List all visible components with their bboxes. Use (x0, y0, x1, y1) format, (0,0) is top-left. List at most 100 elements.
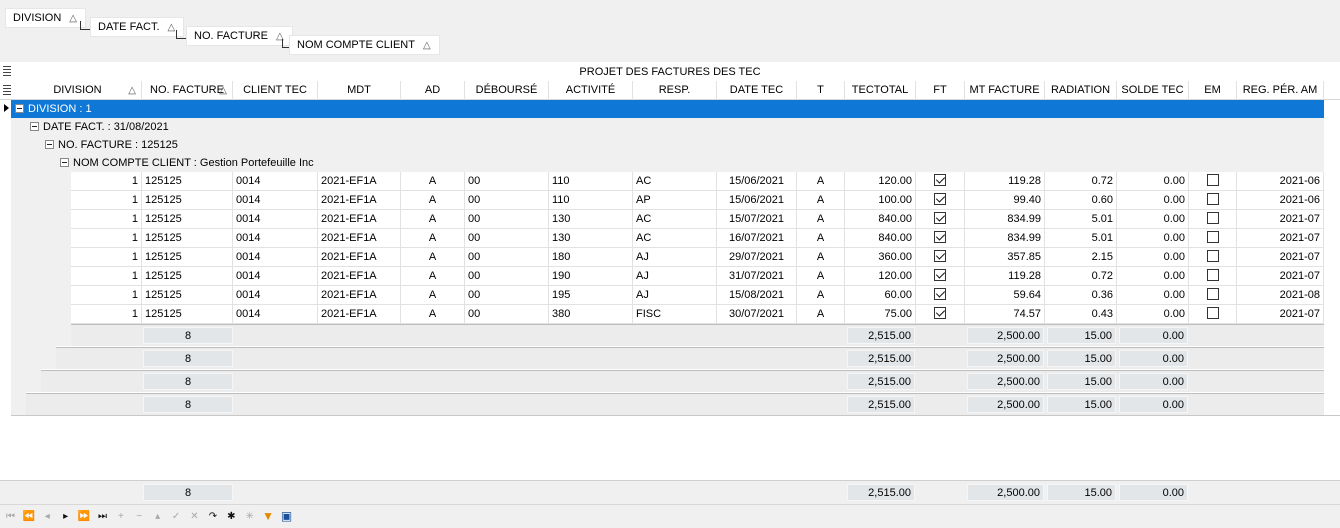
cell-debourse[interactable]: 00 (465, 267, 549, 286)
column-header-ad[interactable]: AD (401, 81, 465, 100)
cell-tectotal[interactable]: 100.00 (845, 191, 916, 210)
collapse-icon[interactable] (30, 121, 39, 131)
print-button[interactable]: ▣ (278, 508, 295, 525)
cell-client-tec[interactable]: 0014 (233, 286, 318, 305)
cell-mt-facture[interactable]: 834.99 (965, 210, 1045, 229)
first-record-button[interactable]: ⏮ (2, 508, 19, 525)
cell-reg-per-am[interactable]: 2021-07 (1237, 248, 1324, 267)
ft-checkbox[interactable] (934, 288, 946, 301)
cell-mt-facture[interactable]: 99.40 (965, 191, 1045, 210)
cell-solde-tec[interactable]: 0.00 (1117, 210, 1189, 229)
cell-activite[interactable]: 190 (549, 267, 633, 286)
cell-tectotal[interactable]: 120.00 (845, 267, 916, 286)
group-row-division[interactable]: DIVISION : 1 (11, 100, 1324, 118)
cell-activite[interactable]: 180 (549, 248, 633, 267)
cell-tectotal[interactable]: 75.00 (845, 305, 916, 324)
cell-resp[interactable]: AC (633, 210, 717, 229)
delete-button[interactable]: − (131, 508, 148, 525)
cell-resp[interactable]: AP (633, 191, 717, 210)
prev-page-button[interactable]: ⏪ (20, 508, 37, 525)
cell-mt-facture[interactable]: 74.57 (965, 305, 1045, 324)
cell-t[interactable]: A (797, 229, 845, 248)
cell-debourse[interactable]: 00 (465, 191, 549, 210)
cell-no-facture[interactable]: 125125 (142, 248, 233, 267)
cell-client-tec[interactable]: 0014 (233, 305, 318, 324)
edit-button[interactable]: ▴ (149, 508, 166, 525)
column-header-debourse[interactable]: DÉBOURSÉ (465, 81, 549, 100)
cell-reg-per-am[interactable]: 2021-06 (1237, 172, 1324, 191)
collapse-icon[interactable] (15, 103, 24, 113)
cell-mt-facture[interactable]: 59.64 (965, 286, 1045, 305)
cell-solde-tec[interactable]: 0.00 (1117, 286, 1189, 305)
cell-debourse[interactable]: 00 (465, 229, 549, 248)
column-customize-icon[interactable] (3, 85, 11, 95)
table-row[interactable]: 1 125125 0014 2021-EF1A A 00 110 AC 15/06/2021 A 1… (71, 172, 1340, 191)
cell-resp[interactable]: AC (633, 229, 717, 248)
goto-bookmark-button[interactable]: ✳ (241, 508, 258, 525)
cell-date-tec[interactable]: 30/07/2021 (717, 305, 797, 324)
cell-reg-per-am[interactable]: 2021-06 (1237, 191, 1324, 210)
em-checkbox[interactable] (1206, 269, 1219, 282)
cell-radiation[interactable]: 2.15 (1045, 248, 1117, 267)
table-row[interactable]: 1 125125 0014 2021-EF1A A 00 195 AJ 15/08/2021 A 6… (71, 286, 1340, 305)
cell-mdt[interactable]: 2021-EF1A (318, 267, 401, 286)
cell-ad[interactable]: A (401, 267, 465, 286)
cell-date-tec[interactable]: 29/07/2021 (717, 248, 797, 267)
cell-t[interactable]: A (797, 248, 845, 267)
cell-division[interactable]: 1 (71, 172, 142, 191)
cell-mdt[interactable]: 2021-EF1A (318, 210, 401, 229)
groupby-chip-division[interactable]: DIVISION △ (5, 8, 86, 28)
cell-ad[interactable]: A (401, 191, 465, 210)
column-header-resp[interactable]: RESP. (633, 81, 717, 100)
cell-division[interactable]: 1 (71, 267, 142, 286)
em-checkbox[interactable] (1206, 193, 1219, 206)
cell-solde-tec[interactable]: 0.00 (1117, 191, 1189, 210)
table-row[interactable]: 1 125125 0014 2021-EF1A A 00 110 AP 15/06/2021 A 1… (71, 191, 1340, 210)
cell-mdt[interactable]: 2021-EF1A (318, 248, 401, 267)
cell-date-tec[interactable]: 15/06/2021 (717, 191, 797, 210)
em-checkbox[interactable] (1206, 288, 1219, 301)
cell-reg-per-am[interactable]: 2021-07 (1237, 267, 1324, 286)
cell-radiation[interactable]: 0.36 (1045, 286, 1117, 305)
cell-t[interactable]: A (797, 305, 845, 324)
cell-mdt[interactable]: 2021-EF1A (318, 191, 401, 210)
cell-date-tec[interactable]: 15/08/2021 (717, 286, 797, 305)
cell-tectotal[interactable]: 120.00 (845, 172, 916, 191)
groupby-chip-nom-compte-client[interactable]: NOM COMPTE CLIENT △ (289, 35, 440, 55)
cell-mdt[interactable]: 2021-EF1A (318, 229, 401, 248)
cell-ad[interactable]: A (401, 229, 465, 248)
cancel-button[interactable]: ✕ (186, 508, 203, 525)
cell-reg-per-am[interactable]: 2021-07 (1237, 210, 1324, 229)
cell-mdt[interactable]: 2021-EF1A (318, 172, 401, 191)
ft-checkbox[interactable] (934, 250, 946, 263)
cell-division[interactable]: 1 (71, 191, 142, 210)
collapse-icon[interactable] (45, 139, 54, 149)
em-checkbox[interactable] (1206, 231, 1219, 244)
append-button[interactable]: + (112, 508, 129, 525)
bookmark-button[interactable]: ✱ (223, 508, 240, 525)
groupby-chip-no-facture[interactable]: NO. FACTURE △ (186, 26, 293, 46)
cell-mdt[interactable]: 2021-EF1A (318, 286, 401, 305)
column-header-mdt[interactable]: MDT (318, 81, 401, 100)
prev-record-button[interactable]: ◂ (39, 508, 56, 525)
column-header-client-tec[interactable]: CLIENT TEC (233, 81, 318, 100)
cell-client-tec[interactable]: 0014 (233, 267, 318, 286)
column-header-em[interactable]: EM (1189, 81, 1237, 100)
column-header-activite[interactable]: ACTIVITÉ (549, 81, 633, 100)
cell-ad[interactable]: A (401, 210, 465, 229)
ft-checkbox[interactable] (934, 193, 946, 206)
cell-date-tec[interactable]: 31/07/2021 (717, 267, 797, 286)
column-header-date-tec[interactable]: DATE TEC (717, 81, 797, 100)
column-header-reg-per-am[interactable]: REG. PÉR. AM (1237, 81, 1324, 100)
cell-activite[interactable]: 110 (549, 191, 633, 210)
last-record-button[interactable]: ⏭ (94, 508, 111, 525)
cell-t[interactable]: A (797, 172, 845, 191)
cell-client-tec[interactable]: 0014 (233, 172, 318, 191)
cell-reg-per-am[interactable]: 2021-07 (1237, 229, 1324, 248)
cell-ad[interactable]: A (401, 286, 465, 305)
em-checkbox[interactable] (1206, 174, 1219, 187)
cell-radiation[interactable]: 5.01 (1045, 210, 1117, 229)
cell-tectotal[interactable]: 840.00 (845, 210, 916, 229)
cell-reg-per-am[interactable]: 2021-08 (1237, 286, 1324, 305)
cell-radiation[interactable]: 0.72 (1045, 267, 1117, 286)
